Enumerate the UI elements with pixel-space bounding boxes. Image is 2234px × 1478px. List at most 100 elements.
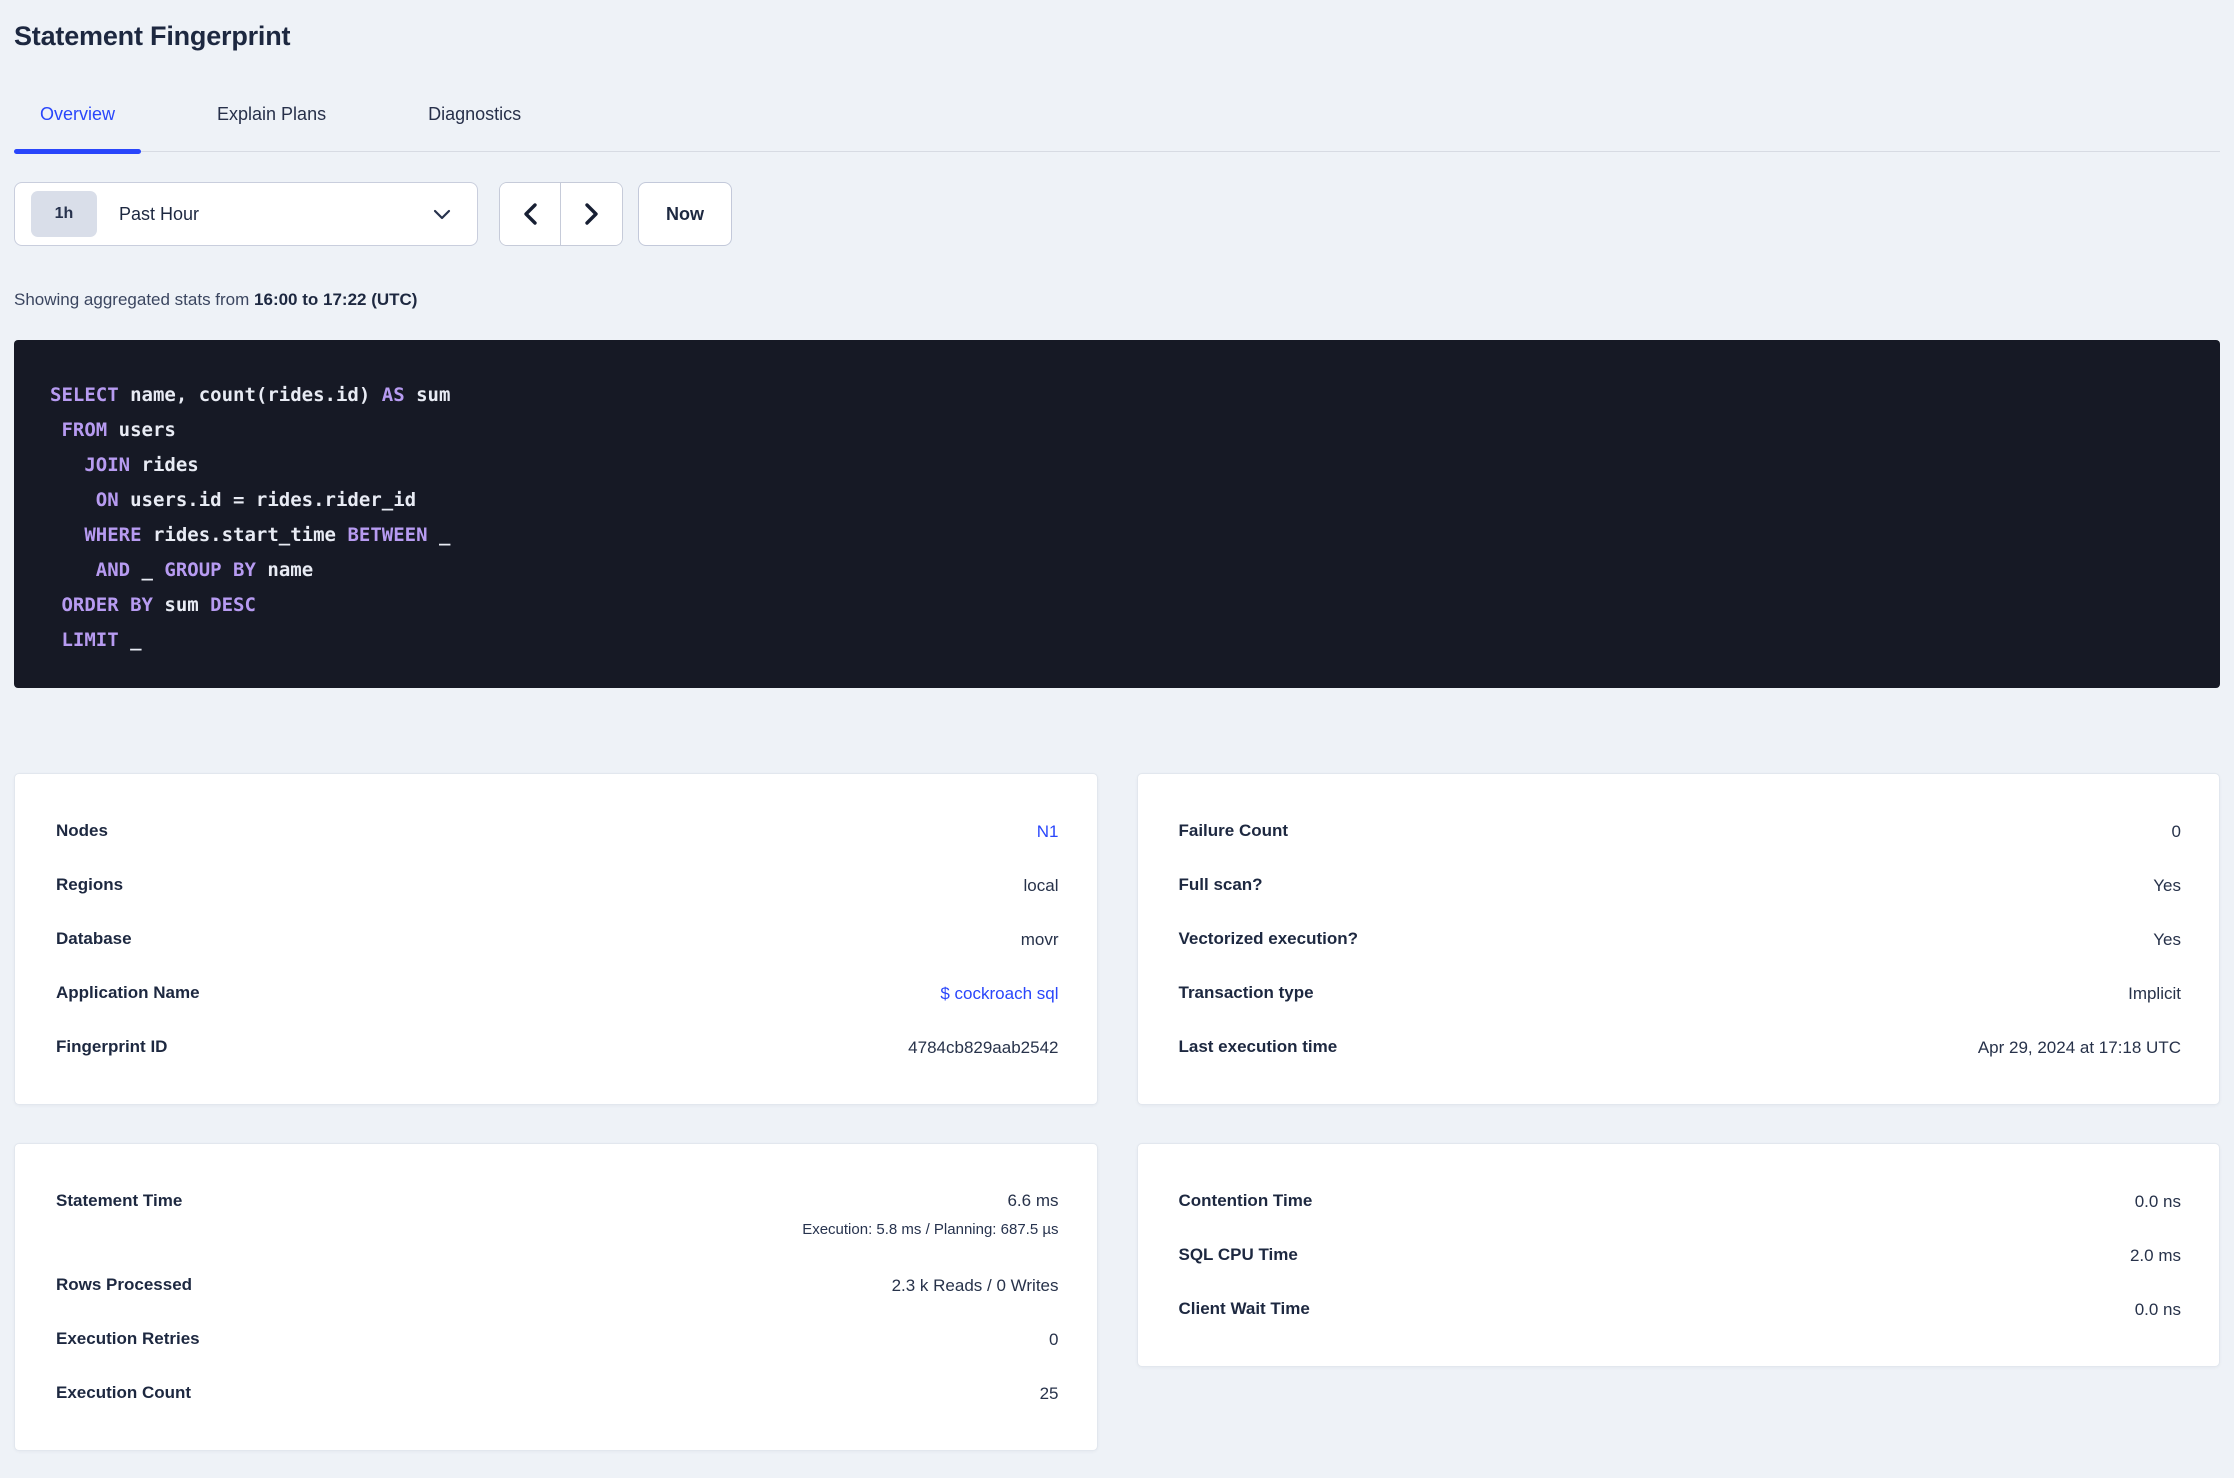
stat-label: Statement Time [56, 1191, 183, 1210]
stat-value: Apr 29, 2024 at 17:18 UTC [1977, 1037, 2181, 1057]
stat-value-group: movr [1021, 929, 1059, 950]
stat-value-group: 0 [2172, 821, 2181, 842]
caption-time-range: 16:00 to 17:22 (UTC) [254, 290, 418, 309]
sql-line: SELECT name, count(rides.id) AS sum [50, 384, 451, 406]
stat-label: Full scan? [1178, 875, 1263, 894]
sql-line: AND _ GROUP BY name [95, 559, 314, 581]
stat-value-group: 2.0 ms [2130, 1245, 2181, 1266]
stat-label: Database [56, 929, 132, 948]
stat-label: Nodes [56, 821, 108, 840]
stat-value-link[interactable]: $ cockroach sql [940, 984, 1058, 1003]
stat-label: Application Name [56, 983, 200, 1002]
stat-value: local [1023, 875, 1059, 895]
stat-row: Database movr [56, 912, 1059, 966]
stat-value-group: 0 [1049, 1329, 1058, 1350]
stat-row: Rows Processed 2.3 k Reads / 0 Writes [56, 1258, 1059, 1312]
sql-line: ORDER BY sum DESC [61, 594, 256, 616]
stat-value: 2.0 ms [2129, 1245, 2181, 1265]
sql-line: WHERE rides.start_time BETWEEN _ [84, 524, 451, 546]
stat-label: Fingerprint ID [56, 1037, 168, 1056]
sql-line: LIMIT _ [61, 629, 142, 651]
stat-subvalue: Execution: 5.8 ms / Planning: 687.5 µs [802, 1221, 1059, 1238]
time-range-badge: 1h [31, 191, 97, 237]
stat-value-group: 4784cb829aab2542 [908, 1037, 1058, 1058]
stat-value: 0 [1049, 1329, 1059, 1349]
stat-value: Yes [2153, 875, 2181, 895]
stat-label: Regions [56, 875, 124, 894]
time-range-dropdown[interactable]: 1h Past Hour [14, 182, 478, 246]
statement-timing-card: Statement Time 6.6 ms Execution: 5.8 ms / … [14, 1143, 1098, 1451]
previous-range-button[interactable] [500, 183, 561, 245]
stat-row: Contention Time 0.0 ns [1179, 1174, 2182, 1228]
stat-row: Fingerprint ID 4784cb829aab2542 [56, 1020, 1059, 1074]
stat-label: Rows Processed [56, 1275, 193, 1294]
stat-row: Full scan? Yes [1179, 858, 2182, 912]
wait-time-card: Contention Time 0.0 ns SQL CPU Time 2.0 ms C… [1136, 1143, 2220, 1367]
stat-row: Application Name $ cockroach sql [56, 966, 1059, 1020]
sql-line: ON users.id = rides.rider_id [95, 489, 417, 511]
chevron-right-icon [584, 203, 598, 225]
stat-row: Regions local [56, 858, 1059, 912]
stat-label: Execution Retries [56, 1329, 200, 1348]
stat-row: Nodes N1 [56, 804, 1059, 858]
stat-row: SQL CPU Time 2.0 ms [1179, 1228, 2182, 1282]
stat-value: movr [1020, 929, 1059, 949]
stat-value: 4784cb829aab2542 [908, 1037, 1059, 1057]
stat-value-group: Yes [2153, 875, 2181, 896]
stat-row: Client Wait Time 0.0 ns [1179, 1282, 2182, 1336]
stat-value: 6.6 ms [1007, 1191, 1059, 1210]
stat-value: 0.0 ns [2134, 1191, 2181, 1211]
tab-explain-plans[interactable]: Explain Plans [191, 104, 352, 151]
stat-label: Contention Time [1178, 1191, 1313, 1210]
stat-row: Execution Count 25 [56, 1366, 1059, 1420]
stat-row: Statement Time 6.6 ms Execution: 5.8 ms / … [56, 1174, 1059, 1258]
sql-statement-box: SELECT name, count(rides.id) AS sum FROM… [14, 340, 2220, 688]
chevron-left-icon [524, 203, 537, 225]
stat-value-group: 0.0 ns [2135, 1191, 2181, 1212]
statement-details-card: Nodes N1 Regions local Database movr Applicati… [14, 773, 1098, 1105]
stat-label: Transaction type [1178, 983, 1314, 1002]
stat-value: 25 [1039, 1383, 1059, 1403]
stat-value-group: 25 [1040, 1383, 1059, 1404]
time-range-label: Past Hour [119, 203, 200, 224]
sql-line: JOIN rides [84, 454, 199, 476]
stat-label: Last execution time [1178, 1037, 1338, 1056]
stat-row: Transaction type Implicit [1179, 966, 2182, 1020]
time-step-button-group [499, 182, 623, 246]
stat-value-group: Implicit [2128, 983, 2181, 1004]
stat-label: Failure Count [1178, 821, 1289, 840]
stat-row: Execution Retries 0 [56, 1312, 1059, 1366]
tab-diagnostics[interactable]: Diagnostics [402, 104, 547, 151]
tab-overview[interactable]: Overview [14, 104, 142, 154]
chevron-down-icon [433, 209, 451, 219]
stat-label: SQL CPU Time [1178, 1245, 1298, 1264]
caption-prefix: Showing aggregated stats from [14, 290, 255, 309]
tab-bar: Overview Explain Plans Diagnostics [14, 104, 2220, 154]
stat-value: Yes [2153, 929, 2181, 949]
stat-row: Last execution time Apr 29, 2024 at 17:18… [1179, 1020, 2182, 1074]
stat-value-group: $ cockroach sql [940, 983, 1058, 1004]
stat-value: 0.0 ns [2134, 1299, 2181, 1319]
stat-value-group: Yes [2153, 929, 2181, 950]
stat-row: Failure Count 0 [1179, 804, 2182, 858]
stat-label: Vectorized execution? [1178, 929, 1359, 948]
stat-label: Execution Count [56, 1383, 192, 1402]
stat-value: Implicit [2128, 983, 2181, 1003]
now-button[interactable]: Now [638, 182, 732, 246]
stat-value-link[interactable]: N1 [1037, 822, 1059, 841]
stat-label: Client Wait Time [1178, 1299, 1310, 1318]
next-range-button[interactable] [561, 183, 622, 245]
stat-value: 0 [2171, 821, 2181, 841]
stat-value-group: 6.6 ms Execution: 5.8 ms / Planning: 687.… [802, 1190, 1058, 1240]
statement-fingerprint-page: Statement Fingerprint Overview Explain P… [0, 20, 2234, 1451]
sql-line: FROM users [61, 419, 176, 441]
aggregated-stats-caption: Showing aggregated stats from 16:00 to 1… [14, 290, 2220, 310]
stat-value-group: 2.3 k Reads / 0 Writes [892, 1275, 1059, 1296]
stat-value-group: Apr 29, 2024 at 17:18 UTC [1978, 1037, 2181, 1058]
stat-value-group: N1 [1037, 821, 1059, 842]
stat-row: Vectorized execution? Yes [1179, 912, 2182, 966]
stat-value-group: 0.0 ns [2135, 1299, 2181, 1320]
execution-attributes-card: Failure Count 0 Full scan? Yes Vectorized ex… [1136, 773, 2220, 1105]
stat-value: 2.3 k Reads / 0 Writes [891, 1275, 1059, 1295]
stats-grid: Nodes N1 Regions local Database movr Applicati… [14, 773, 2220, 1451]
